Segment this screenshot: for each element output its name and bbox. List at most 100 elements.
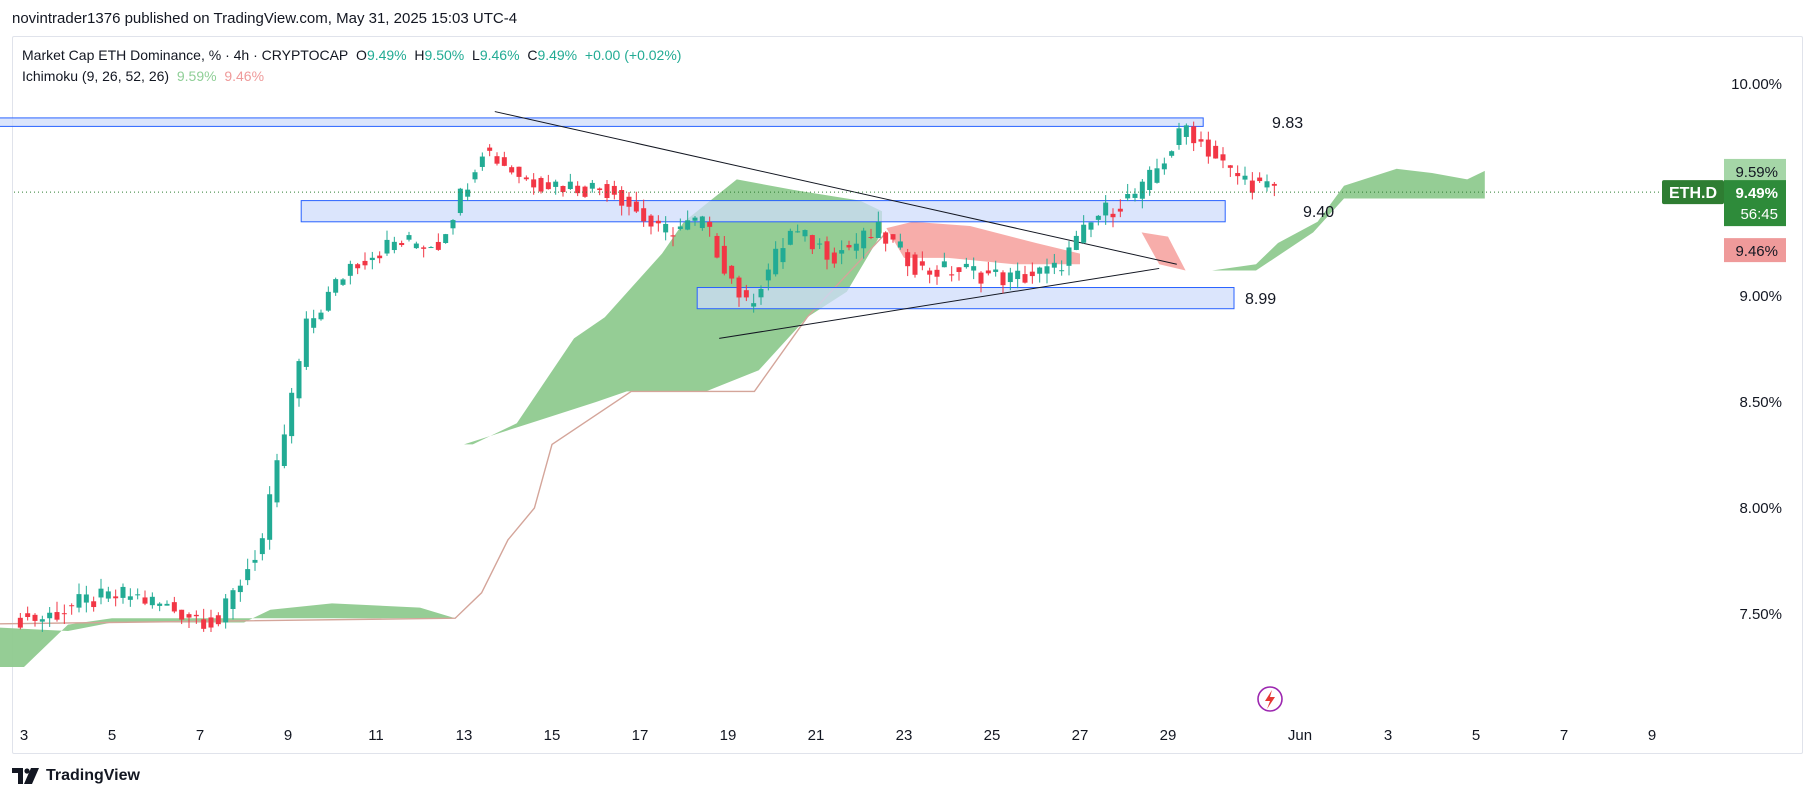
candle-body (76, 594, 82, 608)
candle-body (1227, 165, 1233, 168)
candle-body (17, 617, 23, 628)
span-a-badge-label: 9.59% (1735, 164, 1778, 181)
candle-body (1073, 235, 1079, 250)
candle-body (479, 156, 485, 167)
candle-body (1081, 224, 1087, 243)
candle-body (281, 434, 287, 466)
candle-body (259, 538, 265, 555)
candle-body (707, 221, 713, 227)
candle-body (1139, 181, 1145, 199)
candle-body (919, 261, 925, 266)
candle-body (1169, 151, 1175, 156)
candle-body (993, 269, 999, 272)
x-tick-label: 9 (284, 727, 292, 744)
candle-body (1088, 222, 1094, 230)
candle-body (384, 239, 390, 254)
candle-body (1110, 213, 1116, 218)
candle-body (670, 235, 676, 237)
candle-body (589, 182, 595, 189)
candle-body (91, 601, 97, 608)
candle-body (883, 232, 889, 244)
candle-body (406, 235, 412, 240)
candle-body (501, 157, 507, 166)
symbol-legend-row: Market Cap ETH Dominance, % · 4h · CRYPT… (22, 45, 681, 66)
candle-body (237, 585, 243, 593)
candle-body (69, 605, 75, 607)
candle-body (1022, 274, 1028, 283)
candle-body (1264, 181, 1270, 188)
candle-body (765, 269, 771, 281)
candle-body (1213, 145, 1219, 159)
candle-body (179, 609, 185, 620)
candle-body (531, 179, 537, 188)
candle-body (729, 265, 735, 279)
candle-body (1271, 183, 1277, 186)
candle-body (1095, 215, 1101, 220)
symbol-title[interactable]: Market Cap ETH Dominance, % · 4h · CRYPT… (22, 47, 348, 63)
candle-body (149, 596, 155, 606)
price-chart[interactable]: 9.83 9.40 8.99 10.00% 9.50% 9.00% 8.50% 8.00% 7… (0, 0, 1815, 800)
x-tick-label: 19 (720, 727, 737, 744)
candle-body (824, 241, 830, 260)
candle-body (208, 617, 214, 628)
candle-body (978, 272, 984, 284)
close-value: 9.49% (537, 47, 578, 63)
countdown-label: 56:45 (1740, 206, 1778, 223)
indicator-legend-row: Ichimoku (9, 26, 52, 26) 9.59% 9.46% (22, 66, 681, 87)
x-tick-label: 3 (20, 727, 28, 744)
candle-body (1176, 128, 1182, 145)
change-value: +0.00 (+0.02%) (584, 47, 682, 63)
candle-body (487, 147, 493, 151)
y-tick-label: 8.50% (1739, 394, 1782, 411)
candle-body (347, 263, 353, 276)
candle-body (699, 216, 705, 229)
candle-body (296, 361, 302, 399)
candle-body (391, 241, 397, 251)
candle-body (1037, 267, 1043, 274)
candle-body (193, 614, 199, 617)
flash-icon[interactable] (1257, 686, 1283, 712)
candle-body (157, 603, 163, 606)
candle-body (311, 318, 317, 328)
candle-body (633, 201, 639, 212)
zone-label: 9.40 (1303, 204, 1334, 221)
candle-body (780, 248, 786, 263)
candle-body (941, 261, 947, 268)
x-tick-label: 15 (544, 727, 561, 744)
indicator-name[interactable]: Ichimoku (9, 26, 52, 26) (22, 68, 169, 84)
footer: TradingView (12, 767, 140, 785)
x-tick-label: 3 (1384, 727, 1392, 744)
candle-body (963, 263, 969, 268)
candle-body (1029, 271, 1035, 277)
candle-body (1000, 272, 1006, 286)
candle-body (1103, 202, 1109, 216)
tradingview-logo-icon (12, 768, 39, 784)
x-tick-label: Jun (1288, 727, 1312, 744)
candle-body (61, 613, 67, 615)
candle-body (677, 226, 683, 229)
price-zone (0, 117, 1204, 127)
candle-body (443, 234, 449, 243)
candle-body (1154, 168, 1160, 183)
candle-body (985, 270, 991, 274)
candle-body (692, 217, 698, 221)
candle-body (1066, 247, 1072, 266)
candle-body (626, 196, 632, 207)
candle-body (1051, 262, 1057, 268)
candle-body (912, 254, 918, 275)
candle-body (890, 234, 896, 240)
candle-body (575, 185, 581, 194)
price-zone (696, 287, 1235, 310)
cloud-bear-segment-late (1141, 232, 1186, 271)
brand-name[interactable]: TradingView (46, 767, 140, 785)
candle-body (875, 221, 881, 238)
candle-body (340, 279, 346, 285)
candle-body (127, 596, 133, 600)
candle-body (655, 220, 661, 224)
candle-body (377, 255, 383, 259)
candle-body (164, 603, 170, 606)
candle-body (787, 230, 793, 245)
x-tick-label: 5 (108, 727, 116, 744)
open-value: 9.49% (366, 47, 407, 63)
candle-body (47, 612, 53, 619)
